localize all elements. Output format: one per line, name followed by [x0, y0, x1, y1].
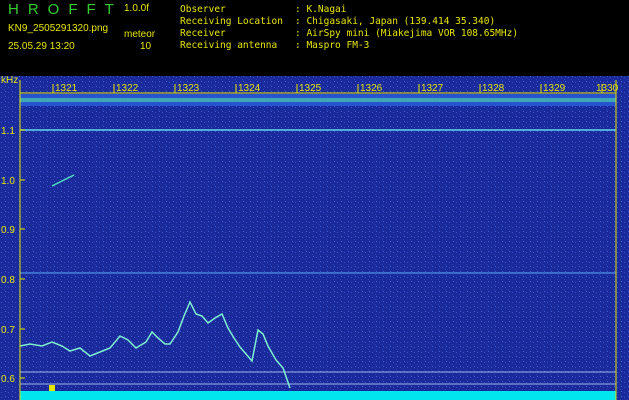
y-tick-label: 1.1: [1, 126, 15, 137]
spectrogram-plot: kHz 1.1 1.0 0.9 0.8 0.7 0.6 1321 1322 13…: [0, 76, 629, 400]
info-value: : AirSpy mini (Miakejima VOR 108.65MHz): [295, 28, 519, 39]
app-title: HROFFT: [8, 1, 123, 18]
info-key: Observer: [180, 4, 226, 15]
x-tick-label: 1322: [116, 83, 139, 94]
x-tick-label: 1329: [543, 83, 566, 94]
noise-band-core: [20, 98, 616, 102]
y-tick-label: 0.6: [1, 374, 15, 385]
x-tick-label: 1321: [55, 83, 78, 94]
filename-label: KN9_2505291320.png: [8, 23, 109, 34]
x-tick-label: 1323: [177, 83, 200, 94]
timestamp-label: 25.05.29 13:20: [8, 41, 75, 52]
info-value: : Chigasaki, Japan (139.414 35.340): [295, 16, 496, 27]
info-key: Receiving antenna: [180, 40, 278, 51]
y-tick-label: 0.8: [1, 275, 15, 286]
x-tick-label: 1326: [360, 83, 383, 94]
meteor-label: meteor: [124, 29, 156, 40]
header-panel: HROFFT 1.0.0f KN9_2505291320.png meteor …: [0, 0, 629, 76]
spectrogram-background: [0, 76, 629, 400]
y-tick-label: 1.0: [1, 176, 15, 187]
meteor-count: 10: [140, 41, 152, 52]
x-tick-label: 1330: [596, 83, 619, 94]
y-axis-unit: kHz: [1, 76, 18, 86]
info-key: Receiver: [180, 28, 226, 39]
x-tick-label: 1324: [238, 83, 261, 94]
info-value: : Maspro FM-3: [295, 40, 370, 51]
x-tick-label: 1325: [299, 83, 322, 94]
version-label: 1.0.0f: [124, 3, 150, 14]
y-tick-label: 0.9: [1, 225, 15, 236]
x-tick-label: 1327: [421, 83, 444, 94]
baseline-band: [20, 391, 616, 400]
y-tick-label: 0.7: [1, 325, 15, 336]
info-key: Receiving Location: [180, 16, 283, 27]
x-tick-label: 1328: [482, 83, 505, 94]
info-value: : K.Nagai: [295, 4, 347, 15]
